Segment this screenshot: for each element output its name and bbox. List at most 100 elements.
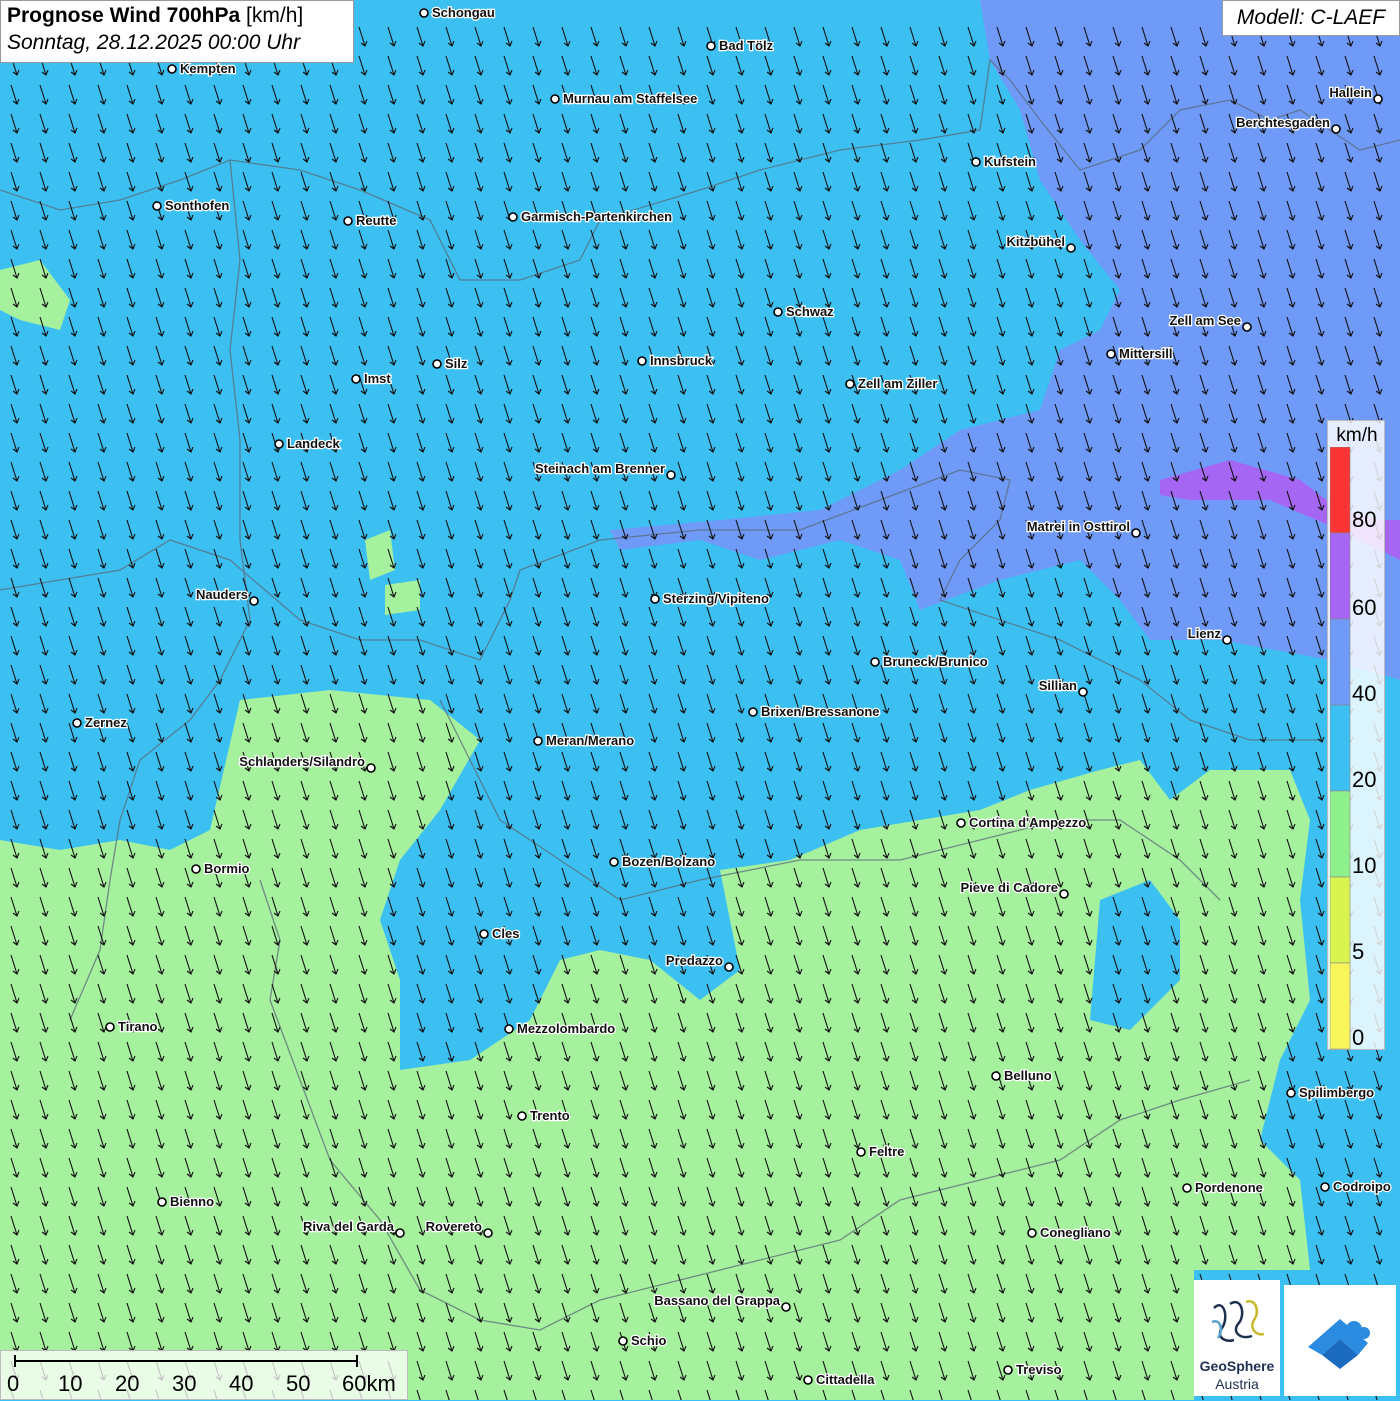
legend-label-40: 40: [1352, 681, 1377, 706]
city-dot-icon: [479, 929, 489, 939]
city-dot-icon: [773, 307, 783, 317]
city-dot-icon: [637, 356, 647, 366]
scale-label-50: 50: [286, 1371, 311, 1396]
legend-swatch: [1330, 618, 1351, 706]
scale-label-0: 0: [7, 1371, 20, 1396]
city-marker[interactable]: Bozen/Bolzano: [609, 853, 716, 870]
city-dot-icon: [650, 594, 660, 604]
city-label: Predazzo: [666, 953, 723, 968]
city-dot-icon: [1373, 94, 1383, 104]
city-label: Hallein: [1329, 85, 1372, 100]
title-box: Prognose Wind 700hPa [km/h] Sonntag, 28.…: [0, 0, 354, 63]
city-marker[interactable]: Mezzolombardo: [504, 1020, 617, 1037]
city-dot-icon: [781, 1302, 791, 1312]
city-label: Rovereto: [426, 1219, 482, 1234]
legend-swatch: [1330, 532, 1351, 620]
city-marker[interactable]: Sterzing/Vipiteno: [650, 590, 770, 607]
legend-label-60: 60: [1352, 595, 1377, 620]
city-dot-icon: [803, 1375, 813, 1385]
city-label: Trento: [530, 1108, 570, 1123]
city-dot-icon: [609, 857, 619, 867]
city-label: Riva del Garda: [303, 1219, 395, 1234]
scale-label-20: 20: [115, 1371, 140, 1396]
city-label: Brixen/Bressanone: [761, 704, 880, 719]
city-dot-icon: [971, 157, 981, 167]
city-label: Zell am See: [1169, 313, 1241, 328]
city-dot-icon: [483, 1228, 493, 1238]
geosphere-logo[interactable]: GeoSphere Austria: [1194, 1280, 1280, 1396]
scale-label-30: 30: [172, 1371, 197, 1396]
city-dot-icon: [1066, 243, 1076, 253]
city-marker[interactable]: Sonthofen: [152, 197, 231, 214]
city-dot-icon: [706, 41, 716, 51]
city-marker[interactable]: Conegliano: [1027, 1224, 1112, 1241]
city-dot-icon: [550, 94, 560, 104]
city-label: Zell am Ziller: [858, 376, 937, 391]
city-dot-icon: [1182, 1183, 1192, 1193]
legend-swatch: [1330, 447, 1351, 534]
city-label: Kitzbühel: [1007, 234, 1066, 249]
city-marker[interactable]: Garmisch-Partenkirchen: [508, 208, 673, 225]
city-dot-icon: [618, 1336, 628, 1346]
city-label: Spilimbergo: [1299, 1085, 1374, 1100]
city-marker[interactable]: Innsbruck: [637, 352, 714, 369]
city-dot-icon: [1003, 1365, 1013, 1375]
map-title-unit: [km/h]: [246, 4, 304, 27]
city-marker[interactable]: Zell am Ziller: [845, 375, 939, 392]
city-dot-icon: [351, 374, 361, 384]
city-marker[interactable]: Spilimbergo: [1286, 1084, 1375, 1101]
city-dot-icon: [249, 596, 259, 606]
city-label: Kufstein: [984, 154, 1036, 169]
city-label: Matrei in Osttirol: [1027, 519, 1130, 534]
city-marker[interactable]: Cortina d'Ampezzo: [956, 814, 1088, 831]
legend-label-5: 5: [1352, 939, 1365, 964]
city-dot-icon: [666, 470, 676, 480]
city-label: Schongau: [432, 5, 495, 20]
city-dot-icon: [432, 359, 442, 369]
city-dot-icon: [191, 864, 201, 874]
city-label: Mezzolombardo: [517, 1021, 615, 1036]
city-dot-icon: [1027, 1228, 1037, 1238]
city-label: Imst: [364, 371, 391, 386]
wind-map[interactable]: Schongau Bad Tölz Kempten Murnau am Staffel…: [0, 0, 1400, 1400]
city-label: Meran/Merano: [546, 733, 634, 748]
city-dot-icon: [1059, 889, 1069, 899]
city-dot-icon: [105, 1022, 115, 1032]
city-dot-icon: [72, 718, 82, 728]
city-dot-icon: [167, 64, 177, 74]
geosphere-logo-icon: [1211, 1300, 1265, 1342]
forecast-datetime: Sonntag, 28.12.2025 00:00 Uhr: [7, 31, 301, 54]
city-dot-icon: [1331, 124, 1341, 134]
city-dot-icon: [991, 1071, 1001, 1081]
city-marker[interactable]: Meran/Merano: [533, 732, 635, 749]
geosphere-name: GeoSphere: [1199, 1358, 1275, 1374]
city-dot-icon: [1078, 687, 1088, 697]
city-marker[interactable]: Pordenone: [1182, 1179, 1264, 1196]
map-title: Prognose Wind 700hPa [km/h]: [7, 4, 347, 28]
city-label: Bienno: [170, 1194, 214, 1209]
city-label: Garmisch-Partenkirchen: [521, 209, 672, 224]
city-label: Berchtesgaden: [1236, 115, 1330, 130]
city-dot-icon: [1106, 349, 1116, 359]
city-marker[interactable]: Schongau: [419, 4, 496, 21]
city-label: Innsbruck: [650, 353, 713, 368]
warning-app-logo-icon: [1308, 1319, 1370, 1369]
city-marker[interactable]: Murnau am Staffelsee: [550, 90, 699, 107]
city-label: Cles: [492, 926, 519, 941]
city-dot-icon: [508, 212, 518, 222]
city-dot-icon: [748, 707, 758, 717]
warning-app-logo[interactable]: [1284, 1285, 1396, 1396]
city-dot-icon: [152, 201, 162, 211]
model-label: Modell: C-LAEF: [1222, 0, 1400, 36]
city-label: Sonthofen: [165, 198, 229, 213]
city-label: Bormio: [204, 861, 250, 876]
city-dot-icon: [870, 657, 880, 667]
city-dot-icon: [856, 1147, 866, 1157]
city-marker[interactable]: Bruneck/Brunico: [870, 653, 989, 670]
city-dot-icon: [845, 379, 855, 389]
city-label: Codroipo: [1333, 1179, 1391, 1194]
legend-swatch: [1330, 876, 1351, 964]
city-label: Conegliano: [1040, 1225, 1111, 1240]
city-dot-icon: [343, 216, 353, 226]
city-marker[interactable]: Brixen/Bressanone: [748, 703, 881, 720]
